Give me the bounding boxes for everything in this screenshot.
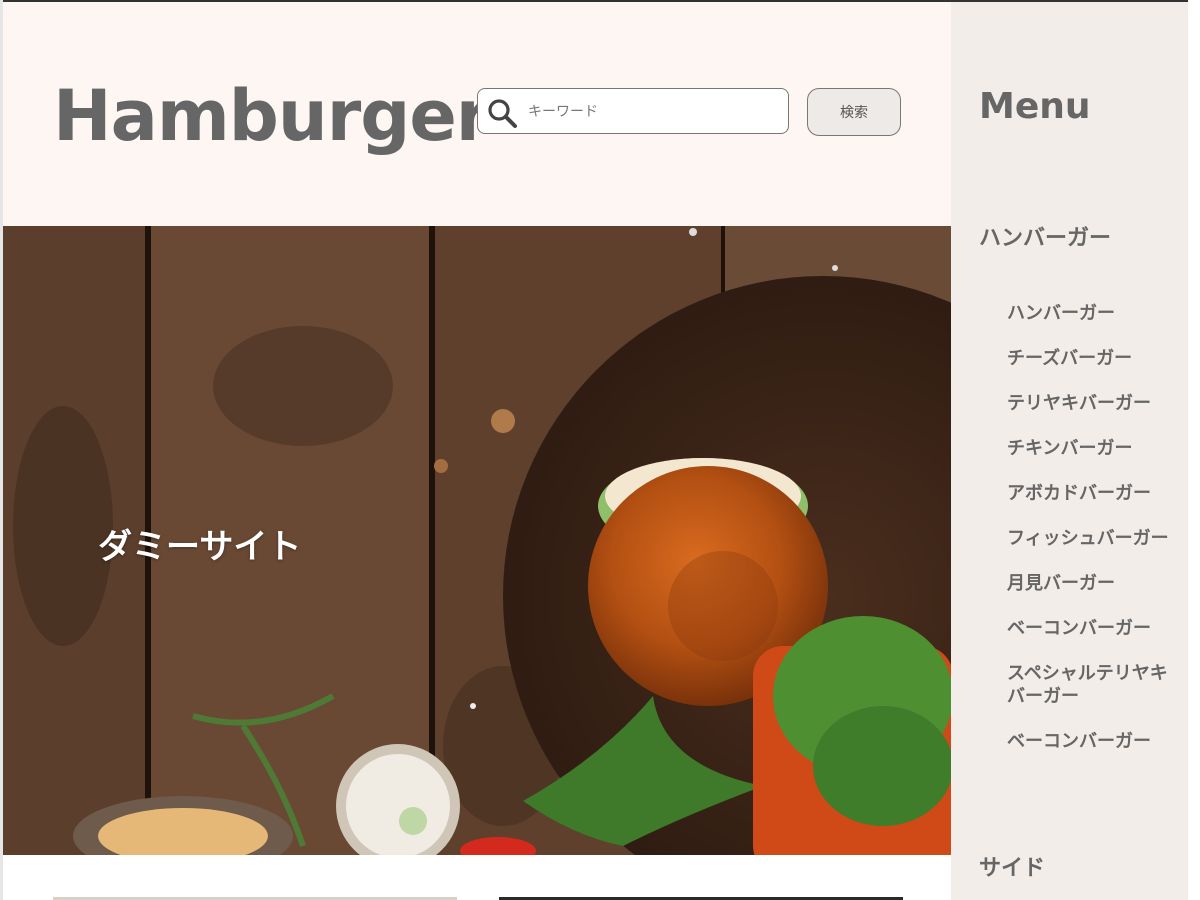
menu-item-chicken-burger[interactable]: チキンバーガー <box>1007 437 1177 460</box>
content-area <box>3 855 951 900</box>
hero-caption: ダミーサイト <box>98 527 302 567</box>
menu-item-cheese-burger[interactable]: チーズバーガー <box>1007 347 1177 370</box>
menu-item-special-teriyaki-burger[interactable]: スペシャルテリヤキバーガー <box>1007 662 1177 708</box>
search-box[interactable] <box>477 88 789 134</box>
menu-item-teriyaki-burger[interactable]: テリヤキバーガー <box>1007 392 1177 415</box>
page-right-edge <box>1188 0 1200 900</box>
menu-item-hamburger[interactable]: ハンバーガー <box>1007 302 1177 325</box>
menu-item-tsukimi-burger[interactable]: 月見バーガー <box>1007 572 1177 595</box>
menu-item-bacon-burger-2[interactable]: ベーコンバーガー <box>1007 730 1177 753</box>
site-title[interactable]: Hamburger <box>53 74 490 158</box>
menu-item-fish-burger[interactable]: フィッシュバーガー <box>1007 527 1177 550</box>
hero-image: ダミーサイト <box>3 226 951 855</box>
search-button[interactable]: 検索 <box>807 88 901 136</box>
menu-category-hamburger: ハンバーガー <box>979 226 1112 251</box>
sidebar-title: Menu <box>979 86 1091 127</box>
site-header: Hamburger 検索 <box>3 2 951 226</box>
menu-item-avocado-burger[interactable]: アボカドバーガー <box>1007 482 1177 505</box>
hamburger-menu-list: ハンバーガー チーズバーガー テリヤキバーガー チキンバーガー アボカドバーガー… <box>1007 302 1177 775</box>
sidebar-menu: Menu ハンバーガー ハンバーガー チーズバーガー テリヤキバーガー チキンバ… <box>951 2 1188 900</box>
menu-item-bacon-burger[interactable]: ベーコンバーガー <box>1007 617 1177 640</box>
search-input[interactable] <box>526 97 780 127</box>
search-icon <box>488 99 517 128</box>
menu-category-side: サイド <box>979 856 1046 881</box>
